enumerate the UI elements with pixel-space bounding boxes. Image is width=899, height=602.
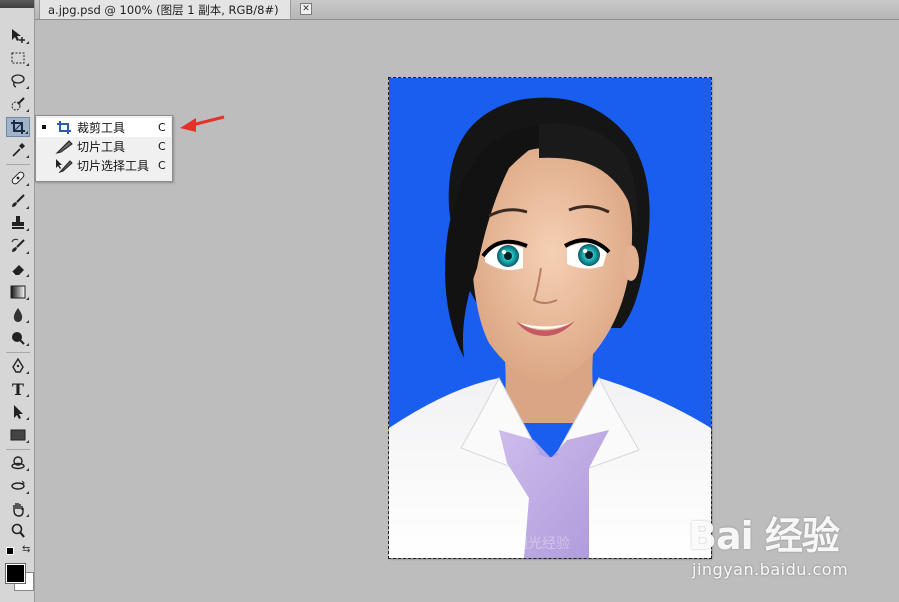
eyedropper-icon <box>10 142 26 158</box>
magnifier-icon <box>10 523 26 539</box>
default-colors-icon[interactable] <box>6 547 14 555</box>
red-arrow-icon <box>180 115 225 132</box>
baidu-logo: Bai 经验 <box>688 514 840 558</box>
menu-item-shortcut: C <box>158 140 166 153</box>
menu-item-label: 切片工具 <box>77 140 126 154</box>
drop-icon <box>10 307 26 323</box>
slice-select-icon <box>55 158 73 174</box>
crop-icon <box>10 119 26 135</box>
hand-icon <box>10 501 26 517</box>
type-tool-button[interactable]: T <box>6 379 30 399</box>
foreground-color-swatch[interactable] <box>5 563 26 584</box>
arrow-icon <box>10 404 26 420</box>
hand-tool-button[interactable] <box>6 499 30 519</box>
crop-tool-button[interactable] <box>6 117 30 137</box>
quick-select-icon <box>10 96 26 112</box>
swap-colors-icon[interactable]: ⇆ <box>22 544 30 555</box>
marquee-tool-button[interactable] <box>6 48 30 68</box>
menu-item-label: 切片选择工具 <box>77 159 150 173</box>
close-icon[interactable]: ✕ <box>300 3 312 15</box>
lasso-icon <box>10 73 26 89</box>
toolbar-separator <box>6 449 30 450</box>
menu-item-crop-tool[interactable]: 裁剪工具 C <box>37 118 171 137</box>
menu-item-slice-select-tool[interactable]: 切片选择工具 C <box>37 156 171 175</box>
menu-item-shortcut: C <box>158 159 166 172</box>
stamp-icon <box>10 215 26 231</box>
3d-orbit-icon <box>10 478 26 494</box>
document-tab-bar: a.jpg.psd @ 100% (图层 1 副本, RGB/8#) ✕ <box>35 0 899 20</box>
tools-panel: T ⇆ <box>0 0 35 602</box>
dodge-tool-button[interactable] <box>6 328 30 348</box>
menu-item-label: 裁剪工具 <box>77 121 126 135</box>
toolbar-separator <box>6 164 30 165</box>
history-brush-icon <box>10 238 26 254</box>
lasso-tool-button[interactable] <box>6 71 30 91</box>
toolbar-separator <box>6 352 30 353</box>
menu-item-shortcut: C <box>158 121 166 134</box>
photo-watermark: 随光经验 <box>514 536 570 552</box>
crop-icon <box>55 120 73 135</box>
healing-brush-tool-button[interactable] <box>6 168 30 188</box>
history-brush-tool-button[interactable] <box>6 236 30 256</box>
3d-rotate-icon <box>10 455 26 471</box>
brush-tool-button[interactable] <box>6 191 30 211</box>
rectangle-icon <box>10 428 26 442</box>
baidu-jingyan-watermark: Bai 经验 jingyan.baidu.com <box>688 505 893 595</box>
document-tab[interactable]: a.jpg.psd @ 100% (图层 1 副本, RGB/8#) ✕ <box>39 0 312 19</box>
watermark-url: jingyan.baidu.com <box>692 560 849 579</box>
quick-selection-tool-button[interactable] <box>6 94 30 114</box>
move-tool-button[interactable] <box>6 26 30 46</box>
gradient-icon <box>10 285 26 299</box>
toolbar-grip[interactable] <box>0 0 34 8</box>
eraser-tool-button[interactable] <box>6 259 30 279</box>
pen-icon <box>10 358 26 374</box>
zoom-tool-button[interactable] <box>6 521 30 541</box>
blur-tool-button[interactable] <box>6 305 30 325</box>
path-selection-tool-button[interactable] <box>6 402 30 422</box>
document-tab-title: a.jpg.psd @ 100% (图层 1 副本, RGB/8#) <box>48 2 279 17</box>
move-icon <box>10 28 26 44</box>
shape-tool-button[interactable] <box>6 425 30 445</box>
gradient-tool-button[interactable] <box>6 282 30 302</box>
type-icon: T <box>12 379 24 399</box>
pen-tool-button[interactable] <box>6 356 30 376</box>
crop-tool-flyout-menu: 裁剪工具 C 切片工具 C 切片选择工具 C <box>35 115 173 182</box>
portrait-photo: 随光经验 <box>389 78 711 558</box>
menu-item-slice-tool[interactable]: 切片工具 C <box>37 137 171 156</box>
bandage-icon <box>10 170 26 186</box>
dodge-icon <box>10 330 26 346</box>
eraser-icon <box>10 261 26 277</box>
document-canvas[interactable]: 随光经验 <box>389 78 711 558</box>
3d-rotate-tool-button[interactable] <box>6 453 30 473</box>
brush-icon <box>10 193 26 209</box>
3d-orbit-tool-button[interactable] <box>6 476 30 496</box>
slice-icon <box>55 139 73 154</box>
selected-bullet-icon <box>42 125 46 129</box>
clone-stamp-tool-button[interactable] <box>6 213 30 233</box>
eyedropper-tool-button[interactable] <box>6 140 30 160</box>
rect-marquee-icon <box>10 51 26 65</box>
